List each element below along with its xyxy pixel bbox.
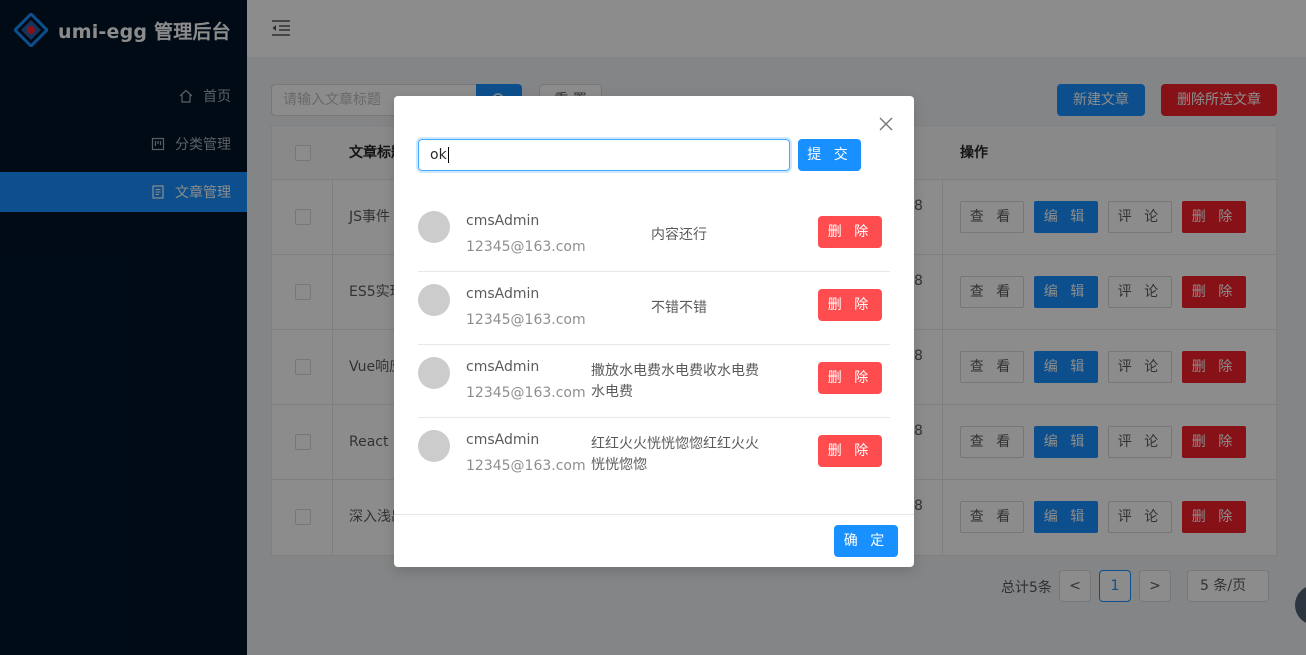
- comment-email: 12345@163.com: [466, 385, 586, 401]
- delete-comment-button[interactable]: 删 除: [818, 216, 882, 248]
- avatar: [418, 284, 450, 316]
- comment-user: cmsAdmin: [466, 359, 540, 375]
- list-item: cmsAdmin 12345@163.com 红红火火恍恍惚惚红红火火 恍恍惚惚…: [418, 418, 890, 491]
- comment-text-line-2: 水电费: [591, 384, 633, 400]
- comment-email: 12345@163.com: [466, 458, 586, 474]
- avatar: [418, 430, 450, 462]
- list-item: cmsAdmin 12345@163.com 撒放水电费水电费收水电费 水电费 …: [418, 345, 890, 418]
- delete-comment-button[interactable]: 删 除: [818, 362, 882, 394]
- comment-user: cmsAdmin: [466, 432, 540, 448]
- comment-text: 撒放水电费水电费收水电费: [591, 363, 759, 379]
- submit-button[interactable]: 提 交: [798, 139, 861, 171]
- comment-text: 红红火火恍恍惚惚红红火火: [591, 436, 759, 452]
- list-item: cmsAdmin 12345@163.com 不错不错 删 除: [418, 272, 890, 345]
- avatar: [418, 357, 450, 389]
- delete-comment-button[interactable]: 删 除: [818, 435, 882, 467]
- close-icon[interactable]: [878, 116, 894, 132]
- modal-footer: 确 定: [394, 514, 914, 567]
- avatar: [418, 211, 450, 243]
- comment-text: 不错不错: [651, 300, 707, 316]
- comment-input-value: ok: [430, 147, 447, 163]
- list-item: cmsAdmin 12345@163.com 内容还行 删 除: [418, 199, 890, 272]
- comment-email: 12345@163.com: [466, 239, 586, 255]
- delete-comment-button[interactable]: 删 除: [818, 289, 882, 321]
- comment-user: cmsAdmin: [466, 213, 540, 229]
- comment-modal: ok 提 交 cmsAdmin 12345@163.com 内容还行 删 除 c…: [394, 96, 914, 567]
- comment-user: cmsAdmin: [466, 286, 540, 302]
- comment-email: 12345@163.com: [466, 312, 586, 328]
- comment-input[interactable]: ok: [418, 139, 790, 171]
- comment-text-line-2: 恍恍惚惚: [591, 457, 647, 473]
- text-caret: [447, 147, 449, 163]
- ok-button[interactable]: 确 定: [834, 525, 898, 557]
- comment-text: 内容还行: [651, 227, 707, 243]
- comment-list: cmsAdmin 12345@163.com 内容还行 删 除 cmsAdmin…: [418, 199, 890, 491]
